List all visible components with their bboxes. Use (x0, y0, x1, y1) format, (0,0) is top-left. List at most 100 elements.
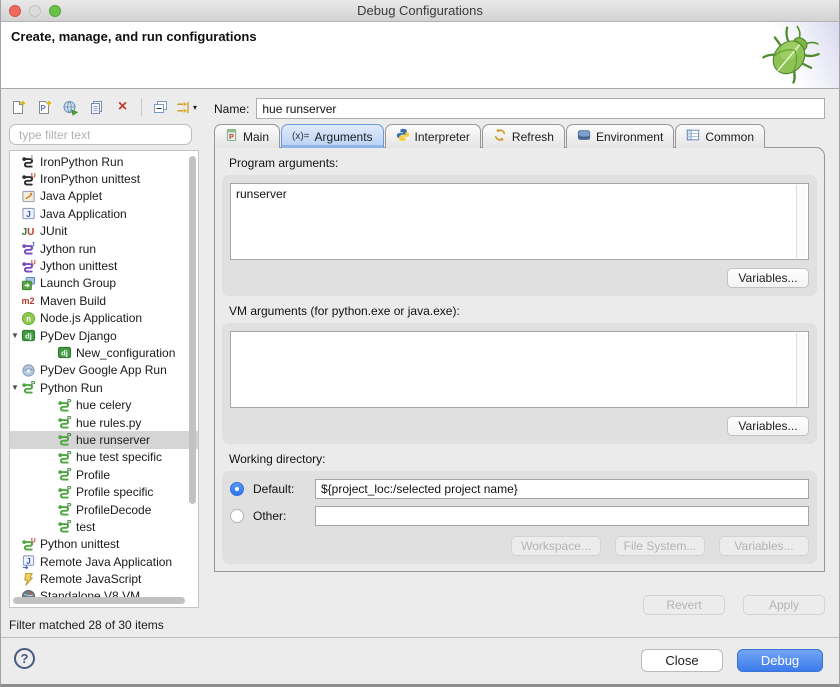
tree-item[interactable]: Phue celery (10, 396, 198, 413)
tree-item[interactable]: PyDev Google App Run (10, 362, 198, 379)
sidebar-toolbar: P × ▾ (8, 96, 197, 118)
tab-refresh[interactable]: Refresh (482, 124, 565, 148)
tree-item-label: hue runserver (76, 433, 150, 447)
vm-arguments-label: VM arguments (for python.exe or java.exe… (229, 304, 824, 318)
tree-item[interactable]: I IronPython Run (10, 153, 198, 170)
revert-button: Revert (643, 595, 725, 615)
svg-text:P: P (66, 433, 71, 440)
tree-item[interactable]: UIronPython unittest (10, 170, 198, 187)
tree-item[interactable]: ▼ PPython Run (10, 379, 198, 396)
tree-item[interactable]: Ptest (10, 518, 198, 535)
page-title: Create, manage, and run configurations (11, 29, 257, 44)
toolbar-separator (141, 98, 142, 116)
tab-environment[interactable]: Environment (566, 124, 674, 148)
python-run-icon: P (56, 467, 72, 482)
tree-item-label: JUnit (40, 224, 67, 238)
svg-text:J: J (26, 209, 31, 219)
delete-button[interactable]: × (112, 97, 133, 118)
filter-menu-button[interactable]: ▾ (176, 97, 197, 118)
svg-text:U: U (30, 259, 35, 266)
python-run-icon: P (56, 485, 72, 500)
tab-main[interactable]: P Main (214, 124, 280, 148)
tree-item[interactable]: UPython unittest (10, 536, 198, 553)
file-system-button: File System... (615, 536, 705, 556)
tree-item[interactable]: Phue test specific (10, 449, 198, 466)
close-button[interactable]: Close (641, 649, 723, 672)
tree-item[interactable]: ▼djPyDev Django (10, 327, 198, 344)
tree-item-label: hue test specific (76, 450, 162, 464)
tree-item[interactable]: djNew_configuration (10, 344, 198, 361)
refresh-tab-icon (493, 128, 507, 145)
duplicate-button[interactable] (86, 97, 107, 118)
program-arguments-textarea[interactable]: runserver (230, 183, 809, 260)
tree-item[interactable]: JJython run (10, 240, 198, 257)
svg-text:P: P (66, 467, 71, 474)
vm-arguments-textarea[interactable] (230, 331, 809, 408)
tree-item[interactable]: JUJUnit (10, 223, 198, 240)
svg-text:P: P (66, 415, 71, 422)
tree-item[interactable]: Launch Group (10, 275, 198, 292)
other-directory-input[interactable] (315, 506, 809, 526)
svg-text:I: I (30, 154, 32, 161)
new-configuration-button[interactable] (8, 97, 29, 118)
default-directory-input[interactable] (315, 479, 809, 499)
dialog-header: Create, manage, and run configurations (1, 22, 839, 89)
tab-common[interactable]: Common (675, 124, 765, 148)
other-radio[interactable] (230, 509, 244, 523)
tab-arguments[interactable]: (x)=Arguments (281, 124, 384, 148)
svg-text:P: P (66, 398, 71, 405)
expander-icon[interactable]: ▼ (10, 383, 20, 392)
svg-text:P: P (40, 104, 46, 113)
textarea-scrollbar[interactable] (796, 333, 807, 406)
tree-item[interactable]: Phue rules.py (10, 414, 198, 431)
vm-arguments-variables-button[interactable]: Variables... (727, 416, 809, 436)
python-run-icon: P (56, 432, 72, 447)
name-input[interactable] (256, 98, 825, 119)
tree-item[interactable]: JRemote Java Application (10, 553, 198, 570)
tree-item[interactable]: Phue runserver (10, 431, 198, 448)
tree-item[interactable]: PProfileDecode (10, 501, 198, 518)
tree-item[interactable]: nNode.js Application (10, 310, 198, 327)
tree-item[interactable]: PProfile (10, 466, 198, 483)
tree-item[interactable]: Remote JavaScript (10, 570, 198, 587)
svg-text:U: U (30, 172, 35, 179)
tab-interpreter[interactable]: Interpreter (385, 124, 481, 148)
expander-icon[interactable]: ▼ (10, 331, 20, 340)
textarea-scrollbar[interactable] (796, 185, 807, 258)
program-arguments-variables-button[interactable]: Variables... (727, 268, 809, 288)
new-prototype-button[interactable]: P (34, 97, 55, 118)
svg-text:n: n (26, 314, 31, 323)
pydev-django-icon: dj (20, 328, 36, 343)
java-applet-icon (20, 189, 36, 204)
tree-item[interactable]: JJava Application (10, 205, 198, 222)
svg-text:P: P (66, 520, 71, 527)
main-tab-icon: P (225, 128, 238, 145)
tab-label: Environment (596, 130, 663, 144)
filter-input[interactable] (9, 124, 192, 145)
interpreter-tab-icon (396, 128, 410, 145)
tree-item-label: hue celery (76, 398, 131, 412)
program-arguments-group: runserver Variables... (222, 175, 817, 296)
debug-button[interactable]: Debug (737, 649, 823, 672)
export-configurations-button[interactable] (60, 97, 81, 118)
pydev-gae-icon (20, 363, 36, 378)
tree-item[interactable]: m2Maven Build (10, 292, 198, 309)
remote-javascript-icon (20, 572, 36, 587)
common-tab-icon (686, 128, 700, 145)
java-application-icon: J (20, 206, 36, 221)
help-button[interactable]: ? (14, 648, 35, 669)
tree-item[interactable]: Java Applet (10, 188, 198, 205)
configurations-tree[interactable]: I IronPython Run UIronPython unittestJava… (9, 150, 199, 608)
tree-item[interactable]: UJython unittest (10, 257, 198, 274)
close-window-button[interactable] (9, 5, 21, 17)
tree-item-label: IronPython Run (40, 155, 123, 169)
default-radio[interactable] (230, 482, 244, 496)
window-title: Debug Configurations (357, 3, 483, 18)
tree-item-label: Python unittest (40, 537, 119, 551)
tree-item[interactable]: PProfile specific (10, 483, 198, 500)
zoom-window-button[interactable] (49, 5, 61, 17)
collapse-all-button[interactable] (150, 97, 171, 118)
tree-vertical-scrollbar[interactable] (189, 156, 196, 504)
tree-horizontal-scrollbar[interactable] (13, 597, 185, 604)
tab-label: Main (243, 130, 269, 144)
